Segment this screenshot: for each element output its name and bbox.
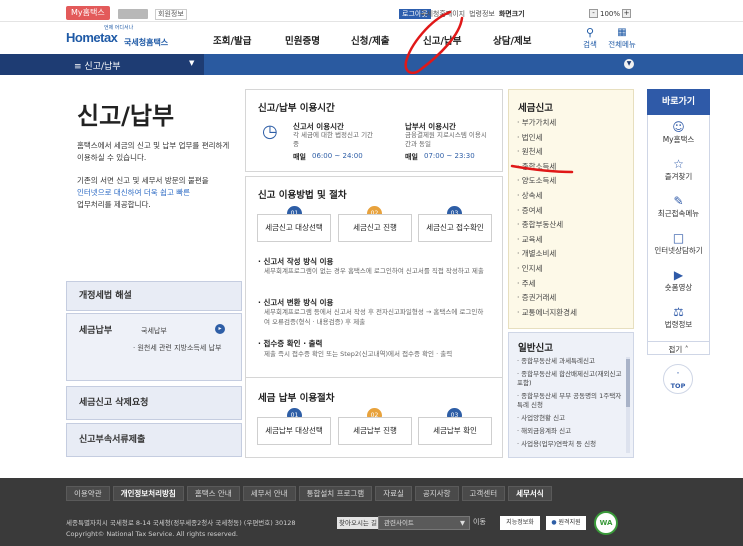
red-annotation-overlay	[404, 10, 574, 174]
red-annotation-underline	[510, 164, 574, 174]
red-annotation-circle	[404, 10, 464, 74]
